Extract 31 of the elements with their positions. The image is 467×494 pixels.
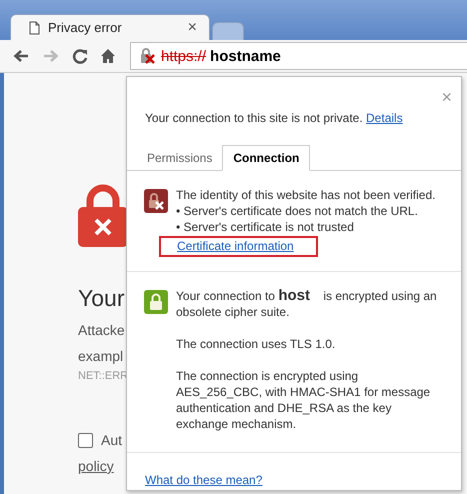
body-text: exampl <box>78 348 124 364</box>
reload-icon[interactable] <box>72 48 88 64</box>
tab-title: Privacy error <box>48 20 123 35</box>
info-text: The connection is encrypted using AES_256_CBC, with HMAC-SHA1 for message authentication and DHE_RSA as the key exchange mechanism. <box>176 368 432 432</box>
back-icon[interactable] <box>12 48 30 64</box>
checkbox[interactable] <box>78 432 93 448</box>
popup-tab[interactable]: Permissions <box>137 146 222 170</box>
details-link[interactable]: Details <box>366 111 403 125</box>
body-text: Attacke <box>78 322 125 338</box>
info-text: The connection uses TLS 1.0. <box>176 336 336 352</box>
page-icon <box>29 20 40 34</box>
broken-lock-icon <box>144 189 168 213</box>
browser-tab[interactable]: Privacy error × <box>10 14 210 40</box>
lock-icon <box>144 290 168 314</box>
info-text: • Server's certificate does not match the URL. <box>176 203 419 219</box>
policy-link[interactable]: policy <box>78 458 114 474</box>
url-scheme: https:// <box>161 48 206 64</box>
certificate-link[interactable]: Certificate information <box>177 239 294 253</box>
help-link[interactable]: What do these mean? <box>145 473 262 487</box>
close-tab-button[interactable]: × <box>188 18 197 36</box>
address-bar[interactable]: https:// hostname <box>130 42 467 70</box>
popup-tab[interactable]: Connection <box>222 145 310 171</box>
info-text: The identity of this website has not been verified. <box>176 187 436 203</box>
home-icon[interactable] <box>100 48 116 64</box>
url-host: hostname <box>210 48 281 64</box>
error-code: NET::ERR <box>78 370 128 382</box>
page-heading: Your <box>78 285 124 312</box>
summary-text: Your connection to this site is not private. Details <box>145 111 403 125</box>
info-text: Your connection to host is encrypted using an obsolete cipher suite. <box>176 288 438 320</box>
checkbox-label: Aut <box>101 432 122 448</box>
info-text: • Server's certificate is not trusted <box>176 219 355 235</box>
